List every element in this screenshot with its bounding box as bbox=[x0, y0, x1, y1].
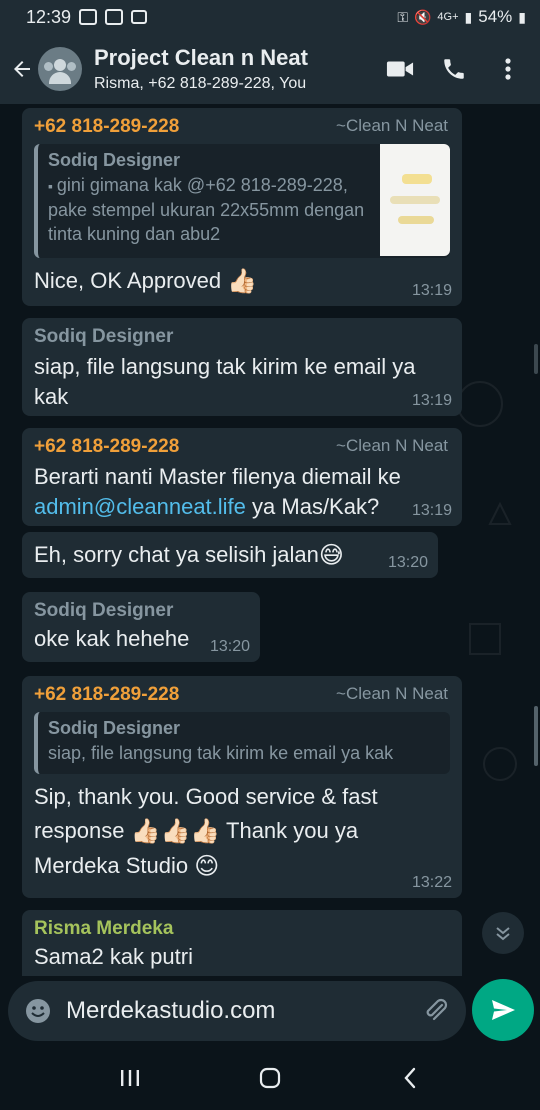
quoted-message[interactable]: Sodiq Designer siap, file langsung tak k… bbox=[34, 712, 450, 774]
quoted-message[interactable]: Sodiq Designer ▪ gini gimana kak @+62 81… bbox=[34, 144, 450, 258]
send-button[interactable] bbox=[472, 979, 534, 1041]
message-bubble[interactable]: Sodiq Designer oke kak hehehe 13:20 bbox=[22, 592, 260, 662]
home-icon[interactable] bbox=[250, 1058, 290, 1098]
message-sender[interactable]: Sodiq Designer bbox=[34, 600, 248, 622]
message-sender[interactable]: Sodiq Designer bbox=[34, 326, 450, 348]
message-bubble[interactable]: +62 818-289-228 ~Clean N Neat Sodiq Desi… bbox=[22, 108, 462, 306]
status-bar: 12:39 ⚿ 🔇 4G+ ▮ 54% ▮ bbox=[0, 0, 540, 34]
system-nav-bar bbox=[0, 1046, 540, 1110]
compose-bar: Merdekastudio.com bbox=[0, 976, 540, 1046]
thumbs-up-emoji: 👍🏻 bbox=[227, 268, 258, 296]
group-members: Risma, +62 818-289-228, You bbox=[94, 75, 307, 92]
image-icon bbox=[105, 9, 124, 25]
scroll-to-bottom-button[interactable] bbox=[482, 912, 524, 954]
emoji-icon[interactable] bbox=[24, 997, 52, 1025]
message-bubble[interactable]: +62 818-289-228 ~Clean N Neat Sodiq Desi… bbox=[22, 676, 462, 898]
quote-thumbnail bbox=[380, 144, 450, 256]
back-icon[interactable] bbox=[390, 1058, 430, 1098]
group-avatar-icon[interactable] bbox=[38, 47, 82, 91]
message-pushname: ~Clean N Neat bbox=[336, 684, 448, 703]
dh-icon bbox=[131, 10, 148, 24]
chat-area[interactable]: +62 818-289-228 ~Clean N Neat Sodiq Desi… bbox=[0, 104, 540, 976]
message-time: 13:19 bbox=[411, 502, 452, 519]
email-link[interactable]: admin@cleanneat.life bbox=[34, 494, 246, 519]
video-call-icon[interactable] bbox=[386, 55, 414, 83]
sweat-smile-emoji: 😅 bbox=[318, 542, 344, 570]
message-text: Eh, sorry chat ya selisih jalan😅 bbox=[34, 542, 344, 570]
message-bubble[interactable]: Sodiq Designer siap, file langsung tak k… bbox=[22, 318, 462, 416]
quote-sender: Sodiq Designer bbox=[48, 718, 181, 738]
message-text: Nice, OK Approved 👍🏻 bbox=[34, 268, 258, 296]
message-time: 13:20 bbox=[209, 638, 250, 655]
status-time: 12:39 bbox=[26, 6, 72, 27]
message-sender[interactable]: Risma Merdeka bbox=[34, 918, 450, 940]
battery-level: 54% bbox=[478, 7, 513, 26]
message-input[interactable]: Merdekastudio.com bbox=[8, 981, 466, 1041]
message-time: 13:20 bbox=[387, 554, 428, 571]
quote-sender: Sodiq Designer bbox=[48, 150, 181, 170]
send-icon bbox=[492, 1000, 515, 1020]
message-time: 13:22 bbox=[411, 874, 452, 891]
signal-icon: ▮ bbox=[464, 8, 473, 25]
mute-icon: 🔇 bbox=[413, 8, 432, 25]
more-options-icon[interactable] bbox=[494, 55, 522, 83]
message-text: siap, file langsung tak kirim ke email y… bbox=[34, 354, 416, 409]
message-time: 13:19 bbox=[411, 282, 452, 299]
gallery-icon bbox=[79, 9, 98, 25]
scrollbar-indicator[interactable] bbox=[534, 344, 538, 374]
chevron-double-down-icon bbox=[496, 927, 510, 941]
quote-text: ▪ gini gimana kak @+62 818-289-228, pake… bbox=[48, 175, 365, 244]
message-time: 13:19 bbox=[411, 392, 452, 409]
message-input-text[interactable]: Merdekastudio.com bbox=[66, 997, 422, 1025]
message-pushname: ~Clean N Neat bbox=[336, 436, 448, 455]
image-icon: ▪ bbox=[48, 178, 57, 194]
key-icon: ⚿ bbox=[397, 8, 408, 25]
back-arrow-icon[interactable] bbox=[8, 55, 36, 83]
message-bubble[interactable]: Eh, sorry chat ya selisih jalan😅 13:20 bbox=[22, 532, 438, 578]
voice-call-icon[interactable] bbox=[440, 55, 468, 83]
thumbs-up-emoji: 👍🏻👍🏻👍🏻 bbox=[130, 818, 221, 846]
smile-emoji: 😊 bbox=[194, 853, 220, 881]
message-bubble[interactable]: Risma Merdeka Sama2 kak putri bbox=[22, 910, 462, 976]
recent-apps-icon[interactable] bbox=[110, 1058, 150, 1098]
chat-header: Project Clean n Neat Risma, +62 818-289-… bbox=[0, 34, 540, 104]
message-pushname: ~Clean N Neat bbox=[336, 116, 448, 135]
group-info[interactable]: Project Clean n Neat Risma, +62 818-289-… bbox=[94, 45, 386, 93]
message-text: Sama2 kak putri bbox=[34, 944, 193, 969]
scrollbar-thumb[interactable] bbox=[534, 706, 538, 766]
group-title: Project Clean n Neat bbox=[94, 45, 308, 70]
message-bubble[interactable]: +62 818-289-228 ~Clean N Neat Berarti na… bbox=[22, 428, 462, 526]
network-type: 4G+ bbox=[437, 11, 459, 23]
message-text: Sip, thank you. Good service & fast resp… bbox=[34, 780, 450, 884]
message-text: Berarti nanti Master filenya diemail ke … bbox=[34, 464, 401, 519]
attach-icon[interactable] bbox=[422, 997, 450, 1025]
battery-icon: ▮ bbox=[518, 8, 526, 25]
quote-text: siap, file langsung tak kirim ke email y… bbox=[48, 743, 394, 763]
